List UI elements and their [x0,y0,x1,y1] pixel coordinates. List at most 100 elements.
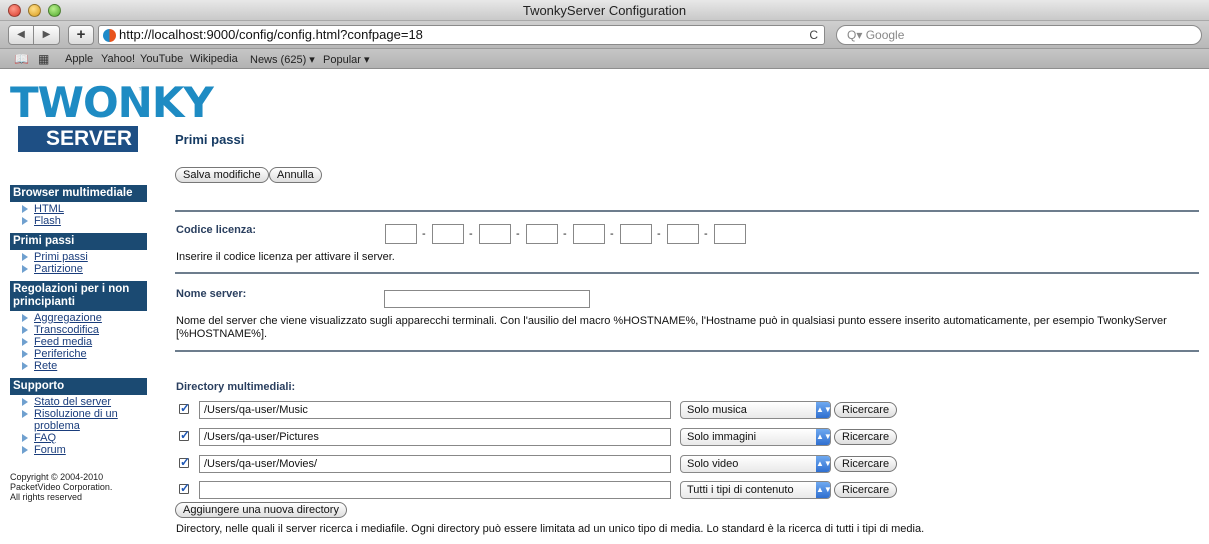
bookmarks-book-icon[interactable]: 📖 [14,52,29,66]
scan-button-1[interactable]: Ricercare [834,402,898,418]
search-input[interactable]: Q▾ Google [836,25,1202,45]
server-name-label: Nome server: [176,288,247,300]
add-directory-button[interactable]: Aggiungere una nuova directory [175,502,347,518]
scan-button-4[interactable]: Ricercare [834,482,898,498]
sidebar-link-partizione[interactable]: Partizione [34,263,83,275]
select-arrows-icon: ▲▼ [816,456,832,472]
scan-button-2[interactable]: Ricercare [834,429,898,445]
sidebar-link-risoluzione[interactable]: Risoluzione di un problema [34,408,118,432]
license-field-3[interactable] [479,224,511,244]
directory-checkbox-3[interactable] [179,455,190,469]
license-field-2[interactable] [432,224,464,244]
section-divider [175,350,1199,352]
bookmark-popular[interactable]: Popular ▾ [323,53,370,66]
logo-server-badge: SERVER [18,126,138,152]
arrow-icon [22,338,28,346]
arrow-icon [22,350,28,358]
sidebar-item-stato-server: Stato del server [22,396,160,408]
license-dash: - [422,228,426,240]
sidebar-heading-primi-passi: Primi passi [10,233,147,250]
add-bookmark-button[interactable]: + [68,25,94,45]
directory-type-select-2[interactable]: Solo immagini ▲▼ [680,428,832,446]
directory-checkbox-1[interactable] [179,401,190,415]
bookmark-apple[interactable]: Apple [65,53,93,65]
server-name-description: Nome del server che viene visualizzato s… [176,315,1167,340]
directory-type-value-2: Solo immagini [687,431,757,443]
server-name-input[interactable] [384,290,590,308]
back-button[interactable]: ◀ [8,25,34,45]
license-dash: - [610,228,614,240]
directory-path-input-2[interactable]: /Users/qa-user/Pictures [199,428,671,446]
directory-path-input-1[interactable]: /Users/qa-user/Music [199,401,671,419]
license-dash: - [704,228,708,240]
license-field-1[interactable] [385,224,417,244]
address-bar[interactable]: http://localhost:9000/config/config.html… [98,25,825,45]
site-favicon-icon [103,29,116,42]
sidebar-item-rete: Rete [22,360,160,372]
sidebar-item-partizione: Partizione [22,263,160,275]
top-sites-grid-icon[interactable]: ▦ [38,52,49,66]
sidebar-link-stato-server[interactable]: Stato del server [34,396,111,408]
logo-trademark: ™ [138,86,146,95]
sidebar-item-feed-media: Feed media [22,336,160,348]
forward-button[interactable]: ▶ [34,25,60,45]
license-description: Inserire il codice licenza per attivare … [176,251,395,263]
license-dash: - [469,228,473,240]
directory-checkbox-4[interactable] [179,481,190,495]
license-field-4[interactable] [526,224,558,244]
license-field-7[interactable] [667,224,699,244]
bookmark-yahoo[interactable]: Yahoo! [101,53,135,65]
sidebar-link-forum[interactable]: Forum [34,444,66,456]
sidebar: Browser multimediale HTML Flash Primi pa… [10,185,160,502]
license-field-5[interactable] [573,224,605,244]
bookmark-news[interactable]: News (625) ▾ [250,53,315,66]
window-titlebar: TwonkyServer Configuration [0,0,1209,21]
arrow-icon [22,205,28,213]
sidebar-link-transcodifica[interactable]: Transcodifica [34,324,99,336]
sidebar-item-forum: Forum [22,444,160,456]
scan-button-3[interactable]: Ricercare [834,456,898,472]
browser-toolbar: ◀ ▶ + http://localhost:9000/config/confi… [0,21,1209,49]
logo-wordmark: TWONKY [10,78,214,127]
arrow-icon [22,398,28,406]
license-dash: - [563,228,567,240]
directory-type-select-3[interactable]: Solo video ▲▼ [680,455,832,473]
arrow-icon [22,265,28,273]
sidebar-link-rete[interactable]: Rete [34,360,57,372]
arrow-icon [22,314,28,322]
license-field-8[interactable] [714,224,746,244]
directory-checkbox-2[interactable] [179,428,190,442]
cancel-button[interactable]: Annulla [269,167,322,183]
sidebar-item-aggregazione: Aggregazione [22,312,160,324]
license-field-6[interactable] [620,224,652,244]
arrow-icon [22,434,28,442]
directory-path-input-4[interactable] [199,481,671,499]
directory-type-select-1[interactable]: Solo musica ▲▼ [680,401,832,419]
sidebar-link-aggregazione[interactable]: Aggregazione [34,312,102,324]
select-arrows-icon: ▲▼ [816,429,832,445]
directory-path-input-3[interactable]: /Users/qa-user/Movies/ [199,455,671,473]
save-changes-button[interactable]: Salva modifiche [175,167,269,183]
address-url: http://localhost:9000/config/config.html… [119,27,423,42]
bookmark-wikipedia[interactable]: Wikipedia [190,53,238,65]
arrow-icon [22,217,28,225]
bookmark-youtube[interactable]: YouTube [140,53,183,65]
arrow-icon [22,362,28,370]
sidebar-item-transcodifica: Transcodifica [22,324,160,336]
sidebar-link-html[interactable]: HTML [34,203,64,215]
sidebar-link-feed-media[interactable]: Feed media [34,336,92,348]
directories-description: Directory, nelle quali il server ricerca… [176,523,925,535]
arrow-icon [22,410,28,418]
sidebar-link-primi-passi[interactable]: Primi passi [34,251,88,263]
arrow-icon [22,253,28,261]
reload-icon[interactable]: C [809,26,818,44]
directory-type-value-4: Tutti i tipi di contenuto [687,484,794,496]
arrow-icon [22,326,28,334]
twonky-logo: TWONKY ™ SERVER [10,80,214,172]
sidebar-link-faq[interactable]: FAQ [34,432,56,444]
sidebar-link-flash[interactable]: Flash [34,215,61,227]
sidebar-heading-browser: Browser multimediale [10,185,147,202]
sidebar-link-periferiche[interactable]: Periferiche [34,348,87,360]
directory-type-value-3: Solo video [687,458,739,470]
directory-type-select-4[interactable]: Tutti i tipi di contenuto ▲▼ [680,481,832,499]
